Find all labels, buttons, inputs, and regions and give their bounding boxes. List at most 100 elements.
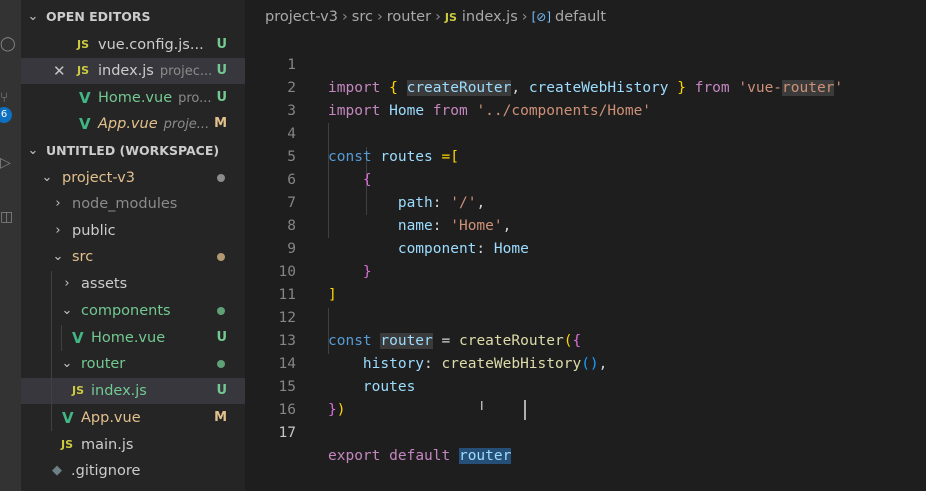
tree-file[interactable]: ◆ .gitignore <box>21 458 245 484</box>
tree-folder[interactable]: › assets <box>21 271 245 297</box>
open-editor-item[interactable]: V Home.vue pro... U <box>21 85 245 111</box>
vue-file-icon: V <box>79 89 91 107</box>
code-line: 9 } <box>245 215 926 280</box>
tree-folder[interactable]: ⌄ src <box>21 244 245 270</box>
code-line: 11 <box>245 261 926 303</box>
modified-dot <box>217 174 225 182</box>
code-line: 7 name: 'Home', <box>245 169 926 234</box>
code-line: 13 history: createWebHistory(), <box>245 307 926 372</box>
js-file-icon: JS <box>61 438 74 451</box>
chevron-down-icon: ⌄ <box>41 170 53 185</box>
chevron-right-icon: › <box>55 223 61 238</box>
tree-item-label: App.vue <box>81 410 141 426</box>
tree-folder[interactable]: ⌄ project-v3 <box>21 165 245 191</box>
breadcrumb-item[interactable]: src <box>352 9 373 25</box>
tree-item-label: main.js <box>81 437 134 453</box>
breadcrumb-item[interactable]: default <box>555 9 606 25</box>
code-line: 16 <box>245 376 926 418</box>
tree-folder[interactable]: ⌄ router <box>21 351 245 377</box>
js-file-icon: JS <box>77 64 90 77</box>
tree-item-label: router <box>81 356 126 372</box>
code-line: 5 { <box>245 123 926 188</box>
open-editor-item[interactable]: V App.vue proje... M <box>21 111 245 137</box>
code-line: 6 path: '/', <box>245 146 926 211</box>
open-editor-name: Home.vue <box>98 90 173 106</box>
tree-item-label: node_modules <box>72 196 178 212</box>
open-editors-title: OPEN EDITORS <box>46 9 151 24</box>
tree-folder[interactable]: › node_modules <box>21 191 245 217</box>
js-file-icon: JS <box>77 38 90 51</box>
chevron-right-icon: › <box>55 196 61 211</box>
chevron-right-icon: › <box>521 9 528 25</box>
tree-file[interactable]: V Home.vue U <box>21 325 245 351</box>
tree-indent-guide <box>61 325 62 351</box>
breadcrumb-item[interactable]: router <box>387 9 431 25</box>
selected-text: router <box>458 448 512 464</box>
code-line: 8 component: Home <box>245 192 926 257</box>
text-cursor <box>524 400 526 420</box>
code-line: 10 ] <box>245 238 926 303</box>
tree-item-label: public <box>72 223 116 239</box>
git-status-badge: M <box>214 116 227 131</box>
vue-file-icon: V <box>72 329 84 347</box>
chevron-right-icon: › <box>435 9 441 25</box>
chevron-down-icon: ⌄ <box>27 143 39 158</box>
code-line: 17 export default router <box>245 399 926 464</box>
open-editors-header[interactable]: ⌄ OPEN EDITORS <box>21 4 245 30</box>
tree-indent-guide <box>51 271 52 431</box>
chevron-down-icon: ⌄ <box>61 356 73 371</box>
code-text: export default router <box>328 448 512 464</box>
open-editor-name: vue.config.js... <box>98 37 204 53</box>
tree-item-label: .gitignore <box>71 463 141 479</box>
line-number: 17 <box>278 425 296 441</box>
tree-item-label: index.js <box>91 383 147 399</box>
chevron-right-icon: › <box>64 276 70 291</box>
breadcrumb-item[interactable]: project-v3 <box>265 9 338 25</box>
git-status-badge: U <box>216 63 227 78</box>
tree-folder[interactable]: › public <box>21 218 245 244</box>
open-editor-folder: projec... <box>159 64 213 79</box>
code-line: 14 routes <box>245 330 926 395</box>
js-file-icon: JS <box>444 11 457 24</box>
open-editor-item[interactable]: ✕ JS index.js projec... U <box>21 58 245 84</box>
tree-file[interactable]: JS main.js <box>21 432 245 458</box>
tree-folder[interactable]: ⌄ components <box>21 298 245 324</box>
js-file-icon: JS <box>72 384 85 397</box>
tree-item-label: assets <box>81 276 128 292</box>
git-status-badge: U <box>216 90 227 105</box>
tree-file[interactable]: JS index.js U <box>21 378 245 404</box>
search-icon[interactable]: ◯ <box>0 34 21 54</box>
source-control-badge: 6 <box>0 107 12 123</box>
git-status-badge: U <box>216 37 227 52</box>
open-editor-folder: pro... <box>178 91 212 106</box>
activity-bar: ◯ ⑂ 6 ▷ ◫ <box>0 0 21 491</box>
code-editor[interactable]: project-v3 › src › router › JS index.js › [⊘] defa… <box>245 0 926 491</box>
git-status-badge: U <box>216 330 227 345</box>
breadcrumb-item[interactable]: index.js <box>462 9 518 25</box>
breadcrumb: project-v3 › src › router › JS index.js › [⊘] defa… <box>265 6 606 28</box>
git-status-badge: M <box>214 410 227 425</box>
modified-dot <box>217 253 225 261</box>
tree-file[interactable]: V App.vue M <box>21 405 245 431</box>
source-control-icon[interactable]: ⑂ <box>0 88 21 108</box>
tree-item-label: project-v3 <box>62 170 135 186</box>
chevron-down-icon: ⌄ <box>52 249 64 264</box>
tree-item-label: Home.vue <box>91 330 166 346</box>
open-editor-item[interactable]: JS vue.config.js... U <box>21 32 245 58</box>
open-editor-folder: proje... <box>163 117 210 132</box>
close-icon[interactable]: ✕ <box>53 58 66 84</box>
vue-file-icon: V <box>62 409 74 427</box>
open-editor-name: index.js <box>98 63 154 79</box>
untracked-dot <box>217 360 225 368</box>
workspace-title: UNTITLED (WORKSPACE) <box>46 143 220 158</box>
workspace-header[interactable]: ⌄ UNTITLED (WORKSPACE) <box>21 138 245 164</box>
gitignore-file-icon: ◆ <box>52 463 62 478</box>
run-debug-icon[interactable]: ▷ <box>0 153 21 173</box>
code-line: 12 const router = createRouter({ <box>245 284 926 349</box>
symbol-variable-icon: [⊘] <box>531 10 551 24</box>
extensions-icon[interactable]: ◫ <box>0 207 21 227</box>
open-editor-name: App.vue <box>98 116 158 132</box>
chevron-down-icon: ⌄ <box>27 9 39 24</box>
text-cursor-icon: I <box>480 399 484 413</box>
code-line: 1 import { createRouter, createWebHistor… <box>245 31 926 96</box>
